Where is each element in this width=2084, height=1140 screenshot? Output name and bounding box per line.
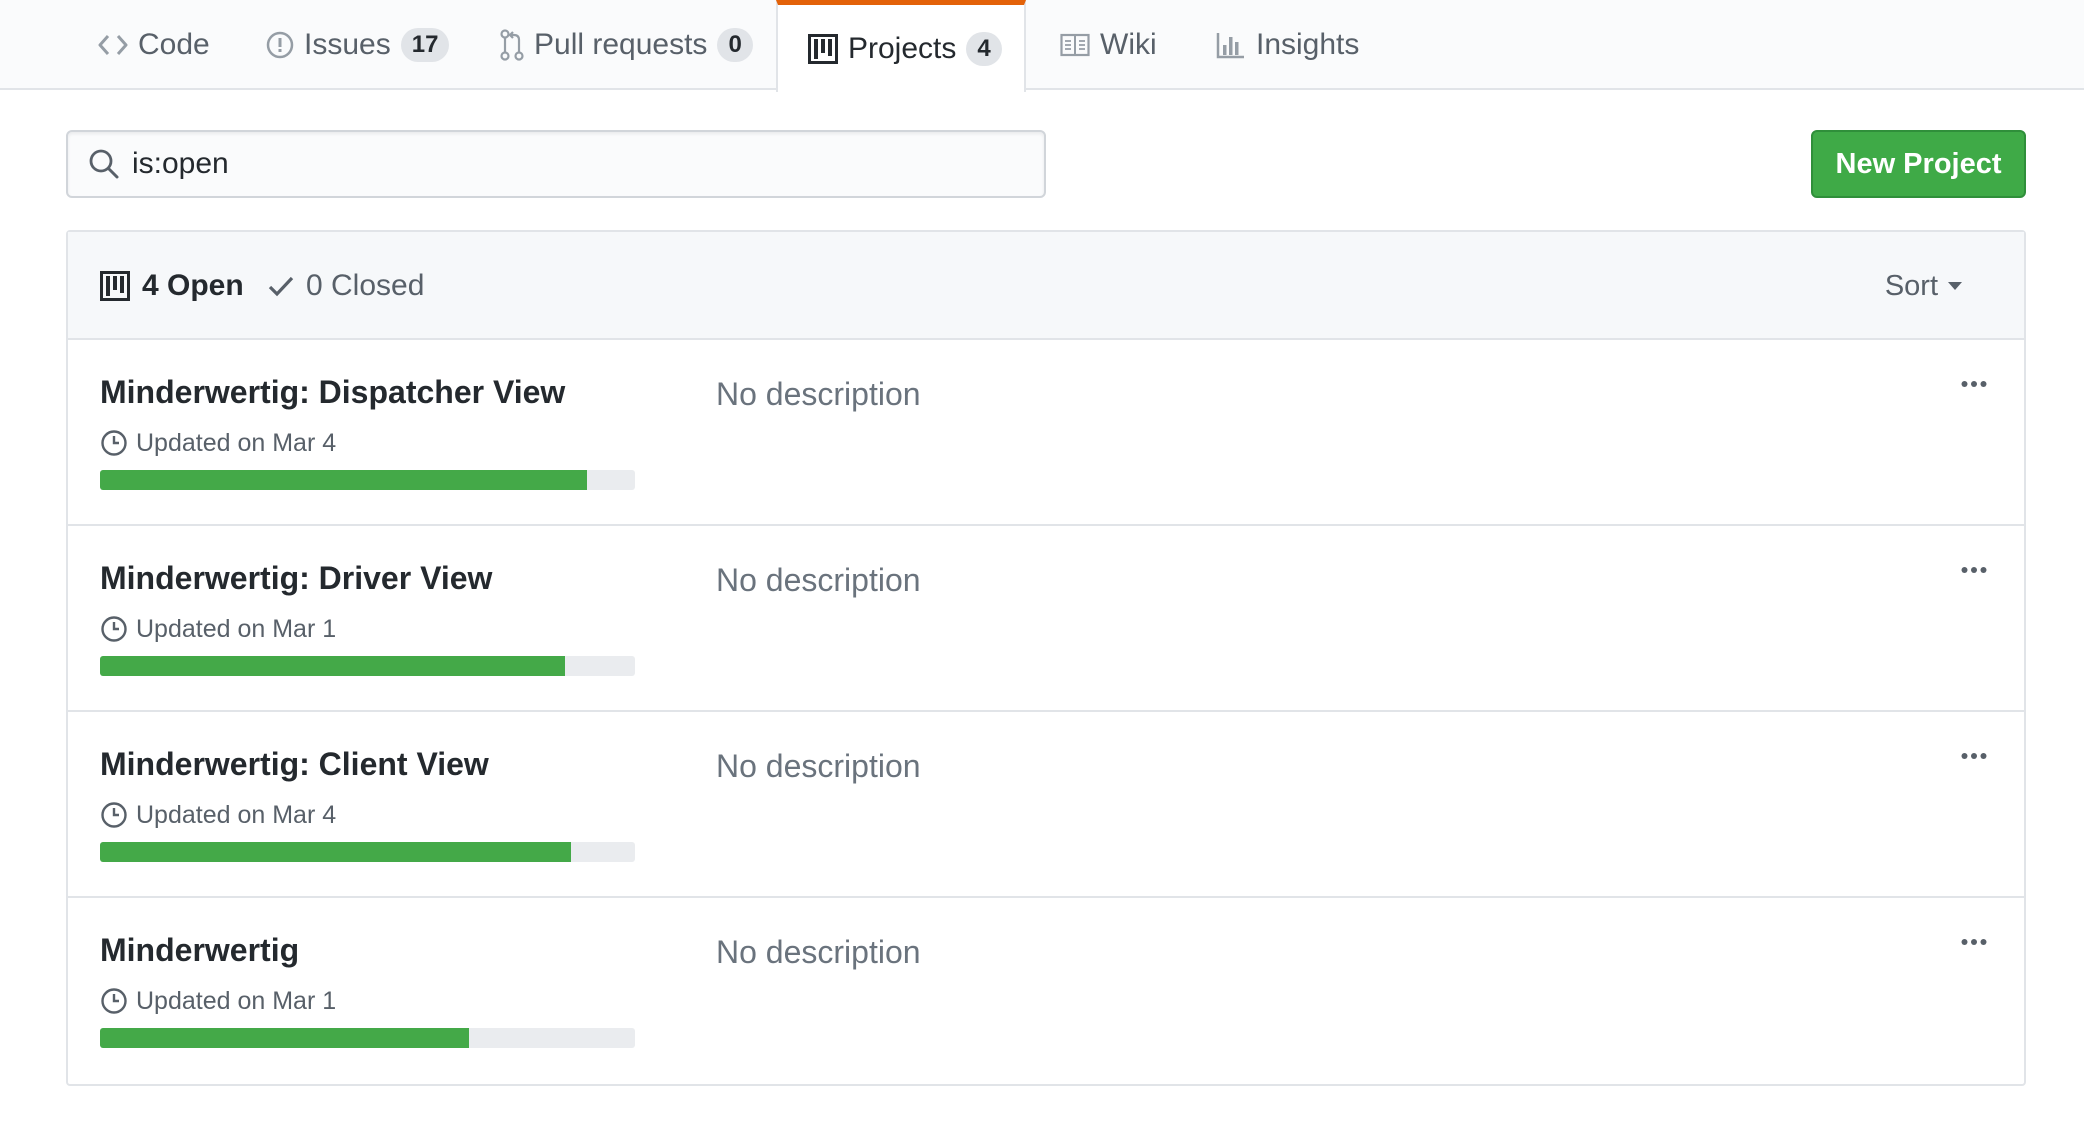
updated-info: Updated on Mar 4 (100, 800, 336, 830)
tab-code[interactable]: Code (98, 0, 210, 90)
sort-label: Sort (1884, 269, 1938, 302)
caret-down-icon (1948, 282, 1962, 290)
tab-issues[interactable]: Issues 17 (266, 0, 450, 90)
tab-label: Code (138, 28, 210, 61)
more-options-button[interactable] (1954, 560, 1994, 580)
updated-info: Updated on Mar 4 (100, 428, 336, 458)
tab-pull-requests[interactable]: Pull requests 0 (500, 0, 753, 90)
project-description: No description (716, 934, 921, 970)
tab-label: Pull requests (534, 28, 708, 61)
updated-label: Updated on Mar 1 (136, 614, 337, 643)
issues-counter: 17 (400, 28, 450, 62)
kebab-horizontal-icon (1961, 939, 1987, 945)
progress-bar (100, 842, 635, 862)
project-row: Minderwertig: Client View Updated on Mar… (68, 712, 2024, 898)
git-pull-request-icon (500, 29, 524, 61)
updated-label: Updated on Mar 4 (136, 800, 337, 829)
sort-dropdown[interactable]: Sort (1885, 232, 1962, 340)
tab-label: Issues (304, 28, 391, 61)
open-count-label: 4 Open (142, 269, 244, 302)
more-options-button[interactable] (1954, 746, 1994, 766)
progress-bar (100, 1028, 635, 1048)
open-filter[interactable]: 4 Open (100, 232, 244, 340)
graph-icon (1216, 31, 1246, 59)
progress-fill (100, 470, 587, 490)
clock-icon (100, 429, 128, 457)
clock-icon (100, 987, 128, 1015)
project-title-link[interactable]: Minderwertig (100, 932, 299, 969)
project-description: No description (716, 376, 921, 412)
clock-icon (100, 801, 128, 829)
projects-counter: 4 (966, 31, 1002, 66)
tab-label: Wiki (1100, 28, 1157, 61)
issue-opened-icon (266, 31, 294, 59)
updated-label: Updated on Mar 1 (136, 986, 337, 1015)
closed-count-label: 0 Closed (306, 269, 425, 302)
code-icon (98, 33, 128, 57)
project-row: Minderwertig: Dispatcher View Updated on… (68, 340, 2024, 526)
progress-bar (100, 470, 635, 490)
progress-bar (100, 656, 635, 676)
project-title-link[interactable]: Minderwertig: Driver View (100, 560, 492, 597)
clock-icon (100, 615, 128, 643)
kebab-horizontal-icon (1961, 381, 1987, 387)
repo-tabnav: Code Issues 17 Pull requests 0 Projects … (0, 0, 2084, 92)
project-title-link[interactable]: Minderwertig: Client View (100, 746, 489, 783)
progress-fill (100, 1028, 470, 1048)
project-list: 4 Open 0 Closed Sort Minderwertig: Dispa… (66, 230, 2026, 1086)
updated-info: Updated on Mar 1 (100, 986, 336, 1016)
pull-requests-counter: 0 (717, 28, 753, 62)
updated-label: Updated on Mar 4 (136, 428, 337, 457)
project-search[interactable] (66, 130, 1046, 198)
closed-filter[interactable]: 0 Closed (268, 232, 424, 340)
more-options-button[interactable] (1954, 932, 1994, 952)
tab-label: Insights (1256, 28, 1360, 61)
search-input[interactable] (132, 134, 992, 194)
progress-fill (100, 842, 571, 862)
check-icon (268, 275, 294, 297)
project-description: No description (716, 562, 921, 598)
kebab-horizontal-icon (1961, 753, 1987, 759)
search-icon (88, 148, 120, 180)
project-list-header: 4 Open 0 Closed Sort (68, 232, 2024, 340)
new-project-button[interactable]: New Project (1811, 130, 2026, 198)
updated-info: Updated on Mar 1 (100, 614, 336, 644)
project-icon (808, 33, 838, 64)
book-icon (1060, 33, 1090, 57)
kebab-horizontal-icon (1961, 567, 1987, 573)
project-icon (100, 271, 130, 301)
project-title-link[interactable]: Minderwertig: Dispatcher View (100, 374, 565, 411)
project-row: Minderwertig Updated on Mar 1 No descrip… (68, 898, 2024, 1084)
tab-insights[interactable]: Insights (1216, 0, 1359, 90)
tab-wiki[interactable]: Wiki (1060, 0, 1157, 90)
more-options-button[interactable] (1954, 374, 1994, 394)
progress-fill (100, 656, 566, 676)
project-row: Minderwertig: Driver View Updated on Mar… (68, 526, 2024, 712)
tab-projects[interactable]: Projects 4 (776, 0, 1026, 92)
tab-label: Projects (848, 31, 957, 65)
project-description: No description (716, 748, 921, 784)
